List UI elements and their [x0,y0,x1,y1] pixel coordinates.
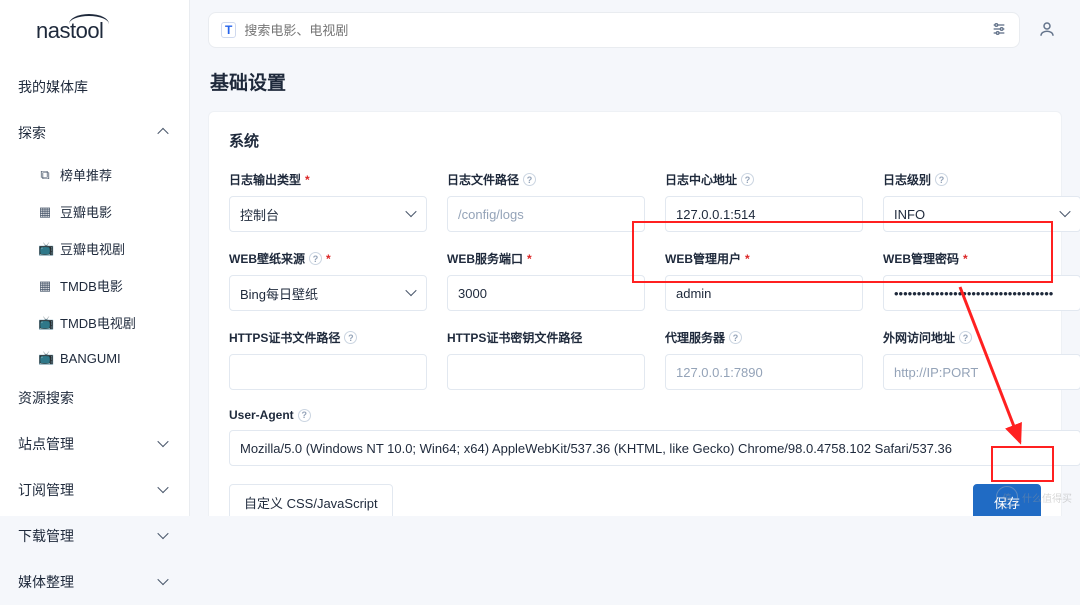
wallpaper-source-select[interactable] [229,275,427,311]
settings-card: 系统 日志输出类型* 日志文件路径? 日志中心地址? [208,111,1062,516]
log-level-select[interactable] [883,196,1080,232]
log-output-type-select[interactable] [229,196,427,232]
film-icon: ▦ [38,278,52,294]
search-badge-icon: T [221,22,236,38]
field-proxy: 代理服务器? [665,329,863,390]
chevron-down-icon [159,439,169,449]
required-mark: * [745,252,750,266]
user-agent-input[interactable] [229,430,1080,466]
sidebar-item-tmdb-movie[interactable]: ▦TMDB电影 [0,267,189,304]
field-external-url: 外网访问地址? [883,329,1080,390]
field-log-file-path: 日志文件路径? [447,171,645,232]
sidebar-item-douban-movie[interactable]: ▦豆瓣电影 [0,193,189,230]
field-log-level: 日志级别? [883,171,1080,232]
sidebar-group-site-manage[interactable]: 站点管理 [0,421,189,467]
external-url-input[interactable] [883,354,1080,390]
sidebar-group-explore[interactable]: 探索 [0,110,189,156]
sidebar-media-library[interactable]: 我的媒体库 [0,64,189,110]
field-web-port: WEB服务端口* [447,250,645,311]
sidebar: nastool 我的媒体库 探索 ⧉榜单推荐 ▦豆瓣电影 📺豆瓣电视剧 ▦TMD… [0,0,190,516]
required-mark: * [326,252,331,266]
field-log-output-type: 日志输出类型* [229,171,427,232]
section-title: 系统 [229,130,1041,151]
required-mark: * [963,252,968,266]
sidebar-item-ranking[interactable]: ⧉榜单推荐 [0,156,189,193]
chevron-down-icon [159,485,169,495]
watermark-badge-icon: 值 [996,486,1018,508]
field-log-center-addr: 日志中心地址? [665,171,863,232]
film-icon: ▦ [38,204,52,220]
log-center-addr-input[interactable] [665,196,863,232]
https-cert-input[interactable] [229,354,427,390]
content: 基础设置 系统 日志输出类型* 日志文件路径? [190,60,1080,516]
help-icon[interactable]: ? [741,173,754,186]
help-icon[interactable]: ? [729,331,742,344]
web-password-input[interactable] [883,275,1080,311]
help-icon[interactable]: ? [935,173,948,186]
search-box[interactable]: T [208,12,1020,48]
list-icon: ⧉ [38,167,52,183]
field-web-password: WEB管理密码* [883,250,1080,311]
brand-logo: nastool [0,0,189,64]
sidebar-group-download-manage[interactable]: 下载管理 [0,513,189,559]
web-user-input[interactable] [665,275,863,311]
user-icon[interactable] [1038,20,1056,41]
settings-sliders-icon[interactable] [991,21,1007,40]
web-port-input[interactable] [447,275,645,311]
proxy-input[interactable] [665,354,863,390]
sidebar-group-media-organize[interactable]: 媒体整理 [0,559,189,605]
field-web-user: WEB管理用户* [665,250,863,311]
required-mark: * [527,252,532,266]
sidebar-group-resource-search[interactable]: 资源搜索 [0,375,189,421]
watermark: 值 什么值得买 [996,486,1072,508]
field-https-cert: HTTPS证书文件路径? [229,329,427,390]
help-icon[interactable]: ? [344,331,357,344]
sidebar-item-bangumi[interactable]: 📺BANGUMI [0,341,189,375]
help-icon[interactable]: ? [298,409,311,422]
field-user-agent: User-Agent? [229,408,1080,466]
help-icon[interactable]: ? [959,331,972,344]
help-icon[interactable]: ? [309,252,322,265]
sidebar-item-douban-tv[interactable]: 📺豆瓣电视剧 [0,230,189,267]
topbar: T [190,0,1080,60]
search-input[interactable] [244,23,983,38]
chevron-down-icon [159,531,169,541]
chevron-up-icon [159,128,169,138]
tv-icon: 📺 [38,241,52,257]
main-area: T 基础设置 系统 日志输出类型* [190,0,1080,516]
sidebar-item-tmdb-tv[interactable]: 📺TMDB电视剧 [0,304,189,341]
tv-icon: 📺 [38,350,52,366]
chevron-down-icon [159,577,169,587]
log-file-path-input[interactable] [447,196,645,232]
required-mark: * [305,173,310,187]
custom-css-js-button[interactable]: 自定义 CSS/JavaScript [229,484,393,516]
help-icon[interactable]: ? [523,173,536,186]
sidebar-group-subscribe-manage[interactable]: 订阅管理 [0,467,189,513]
field-https-key: HTTPS证书密钥文件路径 [447,329,645,390]
https-key-input[interactable] [447,354,645,390]
field-wallpaper-source: WEB壁纸来源?* [229,250,427,311]
tv-icon: 📺 [38,315,52,331]
page-title: 基础设置 [210,68,1062,95]
